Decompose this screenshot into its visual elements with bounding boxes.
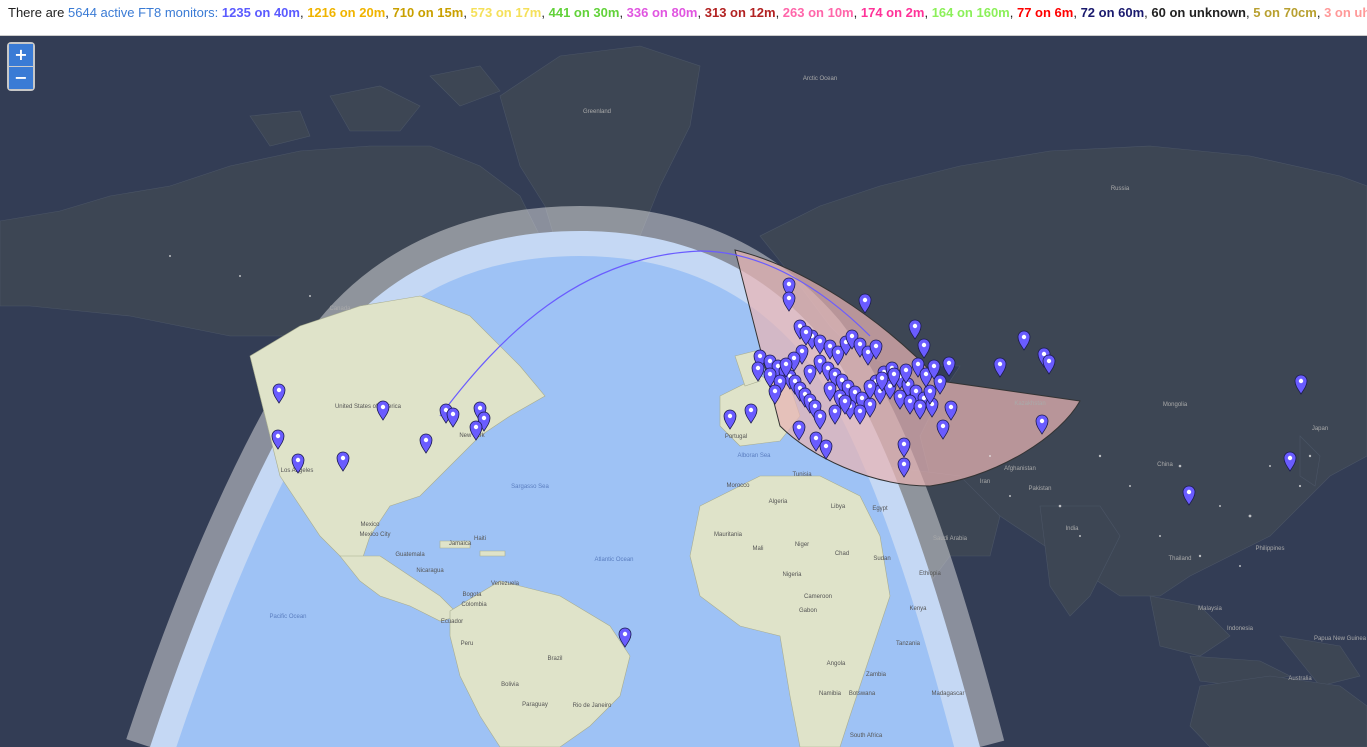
- map-label: Malaysia: [1198, 606, 1222, 612]
- map-label: Guatemala: [395, 552, 425, 558]
- map-label: Mongolia: [1163, 402, 1188, 408]
- map-label: Greenland: [583, 109, 611, 115]
- map-label: Australia: [1288, 676, 1312, 682]
- map-label: Sudan: [873, 556, 890, 562]
- map-label: Namibia: [819, 691, 842, 697]
- map-label: Venezuela: [491, 581, 520, 587]
- map-label: Rio de Janeiro: [573, 703, 612, 709]
- map-label: Morocco: [726, 483, 750, 489]
- map-label: Mexico: [360, 522, 380, 528]
- band-count: 1216 on 20m: [307, 5, 386, 20]
- band-count: 263 on 10m: [782, 5, 854, 20]
- zoom-control: + −: [7, 42, 35, 91]
- map-label: Haiti: [474, 536, 486, 542]
- map-label: Libya: [831, 504, 846, 510]
- map-label: Sargasso Sea: [511, 484, 549, 490]
- map-label: Chad: [835, 551, 849, 557]
- map-label: Botswana: [849, 691, 876, 697]
- map-label: Mali: [752, 546, 763, 552]
- zoom-out-button[interactable]: −: [9, 67, 33, 89]
- map-label: Niger: [795, 542, 809, 548]
- status-prefix: There are: [8, 5, 65, 20]
- map-label: Arctic Ocean: [803, 76, 837, 82]
- band-counts: 1235 on 40m, 1216 on 20m, 710 on 15m, 57…: [222, 5, 1367, 20]
- status-bar: There are 5644 active FT8 monitors: 1235…: [0, 0, 1367, 36]
- map-label: Algeria: [769, 499, 788, 505]
- map-label: Mauritania: [714, 532, 743, 538]
- map-label: Angola: [827, 661, 846, 667]
- zoom-in-button[interactable]: +: [9, 44, 33, 67]
- band-count: 174 on 2m: [860, 5, 925, 20]
- map-label: Indonesia: [1227, 626, 1254, 632]
- map-label: Kazakhstan: [1014, 401, 1045, 407]
- map-label: Thailand: [1168, 556, 1191, 562]
- map-label: Ethiopia: [919, 571, 941, 577]
- map-label: Cameroon: [804, 594, 832, 600]
- map-label: Bogota: [462, 592, 482, 598]
- map-label: India: [1065, 526, 1079, 532]
- map-label: Saudi Arabia: [933, 536, 968, 542]
- map-label: Kenya: [909, 606, 927, 612]
- band-count: 336 on 80m: [626, 5, 698, 20]
- band-count: 5 on 70cm: [1253, 5, 1317, 20]
- map-label: Peru: [461, 641, 474, 647]
- map-label: Ecuador: [441, 619, 463, 625]
- map-label: Nicaragua: [416, 568, 444, 574]
- band-count: 573 on 17m: [470, 5, 542, 20]
- map-label: Nigeria: [782, 572, 802, 578]
- map-label: Bolivia: [501, 682, 519, 688]
- map-label: China: [1157, 462, 1173, 468]
- map-label: Canada: [329, 306, 351, 312]
- band-count: 710 on 15m: [392, 5, 464, 20]
- map-label: Egypt: [872, 506, 888, 512]
- world-map[interactable]: Greenland United States of America New Yor…: [0, 36, 1367, 747]
- map-label: Pakistan: [1028, 486, 1051, 492]
- band-count: 60 on unknown: [1151, 5, 1247, 20]
- map-label: Philippines: [1255, 546, 1284, 552]
- band-count: 72 on 60m: [1080, 5, 1145, 20]
- band-count: 77 on 6m: [1016, 5, 1074, 20]
- band-count: 164 on 160m: [931, 5, 1010, 20]
- map-label: Gabon: [799, 608, 817, 614]
- map-label: Alboran Sea: [737, 453, 771, 459]
- band-count: 441 on 30m: [548, 5, 620, 20]
- map-label: Brazil: [547, 656, 562, 662]
- map-label: Madagascar: [931, 691, 964, 697]
- map-label: Tanzania: [896, 641, 921, 647]
- map-label: Portugal: [725, 434, 747, 440]
- map-label: Russia: [1111, 186, 1130, 192]
- map-label: Japan: [1312, 426, 1328, 432]
- map-label: Zambia: [866, 672, 887, 678]
- map-label: Jamaica: [449, 541, 472, 547]
- map-label: Tunisia: [792, 472, 812, 478]
- map-label: Afghanistan: [1004, 466, 1036, 472]
- band-count: 3 on uhf: [1324, 5, 1367, 20]
- map-label: Paraguay: [522, 702, 548, 708]
- map-label: Atlantic Ocean: [594, 557, 633, 563]
- map-label: Papua New Guinea: [1314, 636, 1367, 642]
- map-label: Pacific Ocean: [269, 614, 306, 620]
- status-total: 5644 active FT8 monitors:: [68, 5, 219, 20]
- map-label: Mexico City: [359, 532, 390, 538]
- map-label: United States of America: [335, 404, 402, 410]
- map-label: Iran: [980, 479, 990, 485]
- band-count: 1235 on 40m: [221, 5, 300, 20]
- map-label: Colombia: [461, 602, 487, 608]
- map-label: South Africa: [850, 733, 883, 739]
- band-count: 313 on 12m: [704, 5, 776, 20]
